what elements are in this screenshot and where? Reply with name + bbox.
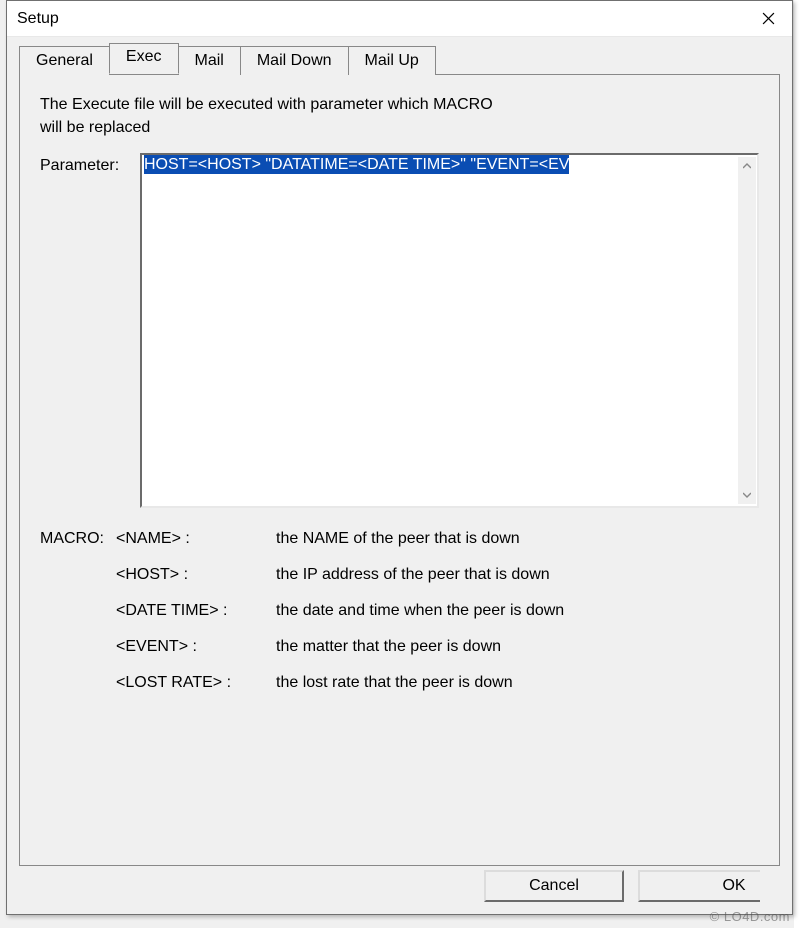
window-title: Setup <box>17 10 59 28</box>
tab-exec[interactable]: Exec <box>109 43 179 74</box>
dialog-body: General Exec Mail Mail Down Mail Up The … <box>7 37 792 914</box>
macro-heading: MACRO: <box>40 530 116 548</box>
tab-mail-down[interactable]: Mail Down <box>240 46 349 75</box>
close-button[interactable] <box>744 1 792 37</box>
background-sliver <box>794 0 800 928</box>
tab-mail[interactable]: Mail <box>178 46 241 75</box>
macro-row: <DATE TIME> : the date and time when the… <box>40 602 759 620</box>
scroll-up-icon[interactable] <box>738 157 756 175</box>
parameter-row: Parameter: HOST=<HOST> "DATATIME=<DATE T… <box>40 153 759 508</box>
tab-general[interactable]: General <box>19 46 110 75</box>
close-icon <box>762 12 775 25</box>
macro-desc: the date and time when the peer is down <box>276 602 759 620</box>
parameter-label: Parameter: <box>40 153 140 175</box>
macro-key: <NAME> : <box>116 530 276 548</box>
macro-desc: the IP address of the peer that is down <box>276 566 759 584</box>
tab-mail-up[interactable]: Mail Up <box>348 46 436 75</box>
exec-intro-line1: The Execute file will be executed with p… <box>40 96 493 113</box>
macro-row: <EVENT> : the matter that the peer is do… <box>40 638 759 656</box>
macro-key: <DATE TIME> : <box>116 602 276 620</box>
macro-desc: the matter that the peer is down <box>276 638 759 656</box>
parameter-text-selected: HOST=<HOST> "DATATIME=<DATE TIME>" "EVEN… <box>144 155 569 174</box>
macro-row: <LOST RATE> : the lost rate that the pee… <box>40 674 759 692</box>
macro-desc: the lost rate that the peer is down <box>276 674 759 692</box>
macro-desc: the NAME of the peer that is down <box>276 530 759 548</box>
titlebar: Setup <box>7 1 792 37</box>
macro-key: <LOST RATE> : <box>116 674 276 692</box>
tab-panel-exec: The Execute file will be executed with p… <box>19 74 780 866</box>
macro-row: <HOST> : the IP address of the peer that… <box>40 566 759 584</box>
dialog-buttons: Cancel OK <box>484 870 778 902</box>
tab-bar: General Exec Mail Mail Down Mail Up <box>19 45 780 74</box>
ok-button[interactable]: OK <box>638 870 778 902</box>
exec-intro: The Execute file will be executed with p… <box>40 93 759 139</box>
setup-dialog: Setup General Exec Mail Mail Down Mail U… <box>6 0 793 915</box>
macro-block: MACRO: <NAME> : the NAME of the peer tha… <box>40 530 759 692</box>
macro-key: <HOST> : <box>116 566 276 584</box>
macro-row: MACRO: <NAME> : the NAME of the peer tha… <box>40 530 759 548</box>
ok-button-label: OK <box>722 877 745 895</box>
watermark: © LO4D.com <box>710 909 790 924</box>
parameter-scrollbar[interactable] <box>738 157 756 504</box>
scroll-down-icon[interactable] <box>738 486 756 504</box>
parameter-input[interactable]: HOST=<HOST> "DATATIME=<DATE TIME>" "EVEN… <box>140 153 759 508</box>
cancel-button[interactable]: Cancel <box>484 870 624 902</box>
exec-intro-line2: will be replaced <box>40 119 150 136</box>
macro-key: <EVENT> : <box>116 638 276 656</box>
